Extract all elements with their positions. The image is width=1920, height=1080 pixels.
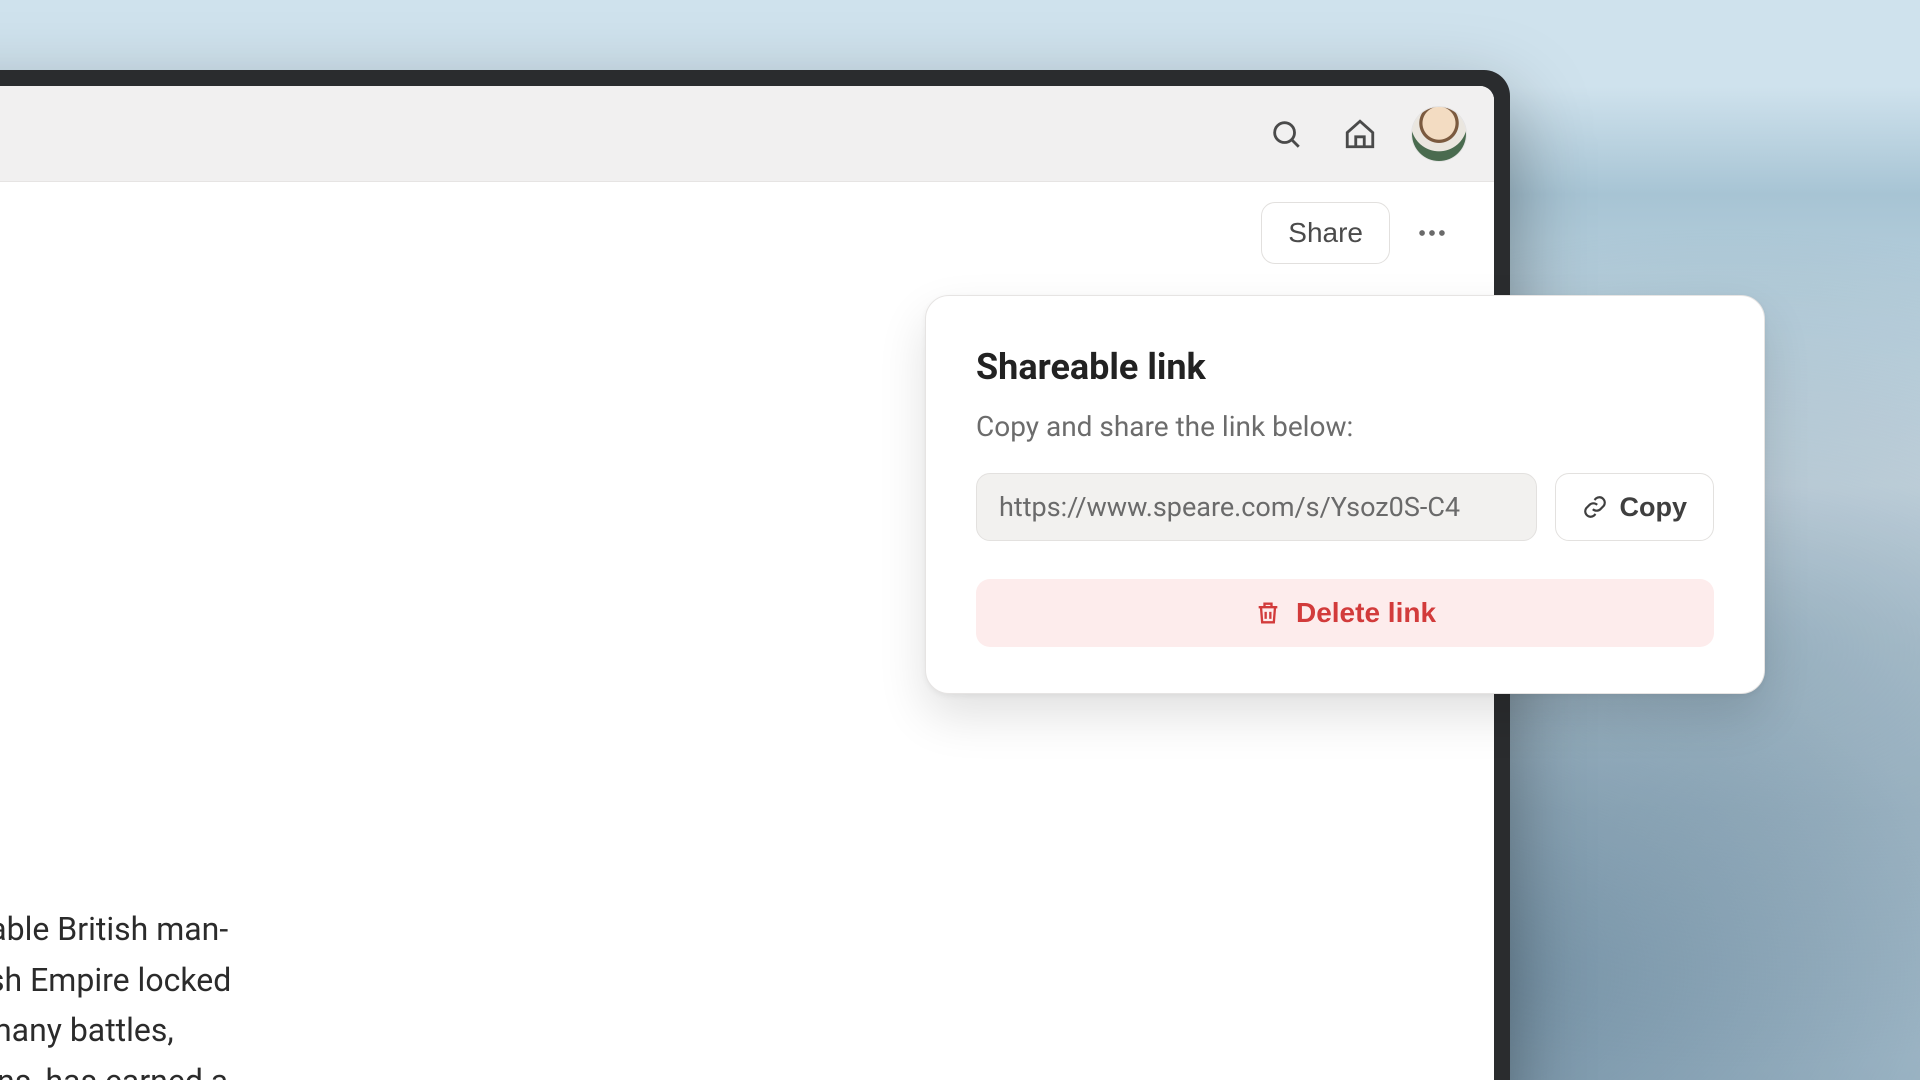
popover-title: Shareable link (976, 346, 1714, 388)
document-action-bar: Share (0, 182, 1494, 264)
top-toolbar (0, 86, 1494, 182)
link-row: Copy (976, 473, 1714, 541)
copy-button-label: Copy (1620, 492, 1688, 523)
delete-link-button[interactable]: Delete link (976, 579, 1714, 647)
copy-link-button[interactable]: Copy (1555, 473, 1715, 541)
document-text[interactable]: Tom" Ramsey commands the HMS Valiant, a … (0, 904, 686, 1080)
popover-subtitle: Copy and share the link below: (976, 410, 1714, 443)
link-icon (1582, 494, 1608, 520)
share-button-label: Share (1288, 217, 1363, 248)
share-link-popover: Shareable link Copy and share the link b… (925, 295, 1765, 694)
share-url-input[interactable] (976, 473, 1537, 541)
delete-button-label: Delete link (1296, 597, 1436, 629)
ellipsis-icon (1415, 216, 1449, 250)
trash-icon (1254, 599, 1282, 627)
user-avatar[interactable] (1412, 107, 1466, 161)
home-button[interactable] (1338, 112, 1382, 156)
search-icon (1269, 117, 1303, 151)
more-actions-button[interactable] (1406, 207, 1458, 259)
search-button[interactable] (1264, 112, 1308, 156)
share-button[interactable]: Share (1261, 202, 1390, 264)
home-icon (1343, 117, 1377, 151)
